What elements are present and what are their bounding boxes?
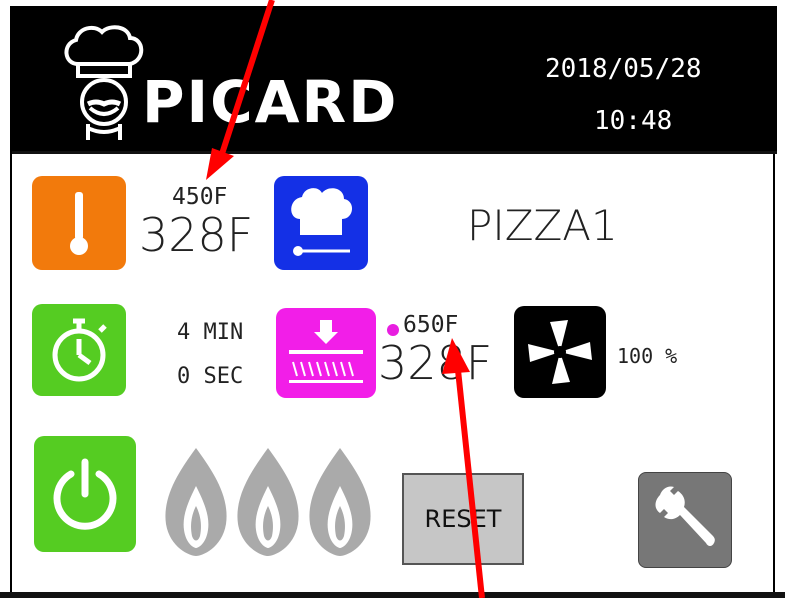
deck-heat-button[interactable] xyxy=(276,308,376,398)
time-display: 10:48 xyxy=(594,106,673,136)
timer-button[interactable] xyxy=(32,304,126,396)
temperature-current: 328F xyxy=(139,208,254,262)
flame-icon xyxy=(165,448,227,556)
stopwatch-icon xyxy=(52,318,107,382)
fan-button[interactable] xyxy=(514,306,606,398)
screen-bezel xyxy=(0,592,785,598)
temperature-button[interactable] xyxy=(32,176,126,270)
oven-control-screen: PICARD 2018/05/28 10:48 450F 328F PIZZA1 xyxy=(10,6,777,592)
fan-speed[interactable]: 100 % xyxy=(617,344,677,368)
annotation-arrow-icon xyxy=(206,0,275,180)
chef-hat-icon xyxy=(291,188,353,256)
fan-icon xyxy=(528,320,592,384)
annotation-arrow-icon xyxy=(442,338,485,598)
power-button[interactable] xyxy=(34,436,136,552)
deck-indicator-dot xyxy=(387,324,399,336)
flame-icon xyxy=(237,448,299,556)
settings-button[interactable] xyxy=(638,472,732,568)
timer-seconds[interactable]: 0 SEC xyxy=(177,364,243,389)
header-bar: PICARD 2018/05/28 10:48 xyxy=(12,6,777,154)
recipe-button[interactable] xyxy=(274,176,368,270)
power-icon xyxy=(53,458,117,530)
date-display: 2018/05/28 xyxy=(545,54,702,84)
flame-icon xyxy=(309,448,371,556)
burner-flames xyxy=(160,446,380,561)
recipe-name[interactable]: PIZZA1 xyxy=(467,201,618,250)
timer-minutes[interactable]: 4 MIN xyxy=(177,320,243,345)
deck-heat-icon xyxy=(289,320,363,383)
thermometer-icon xyxy=(70,192,88,255)
chef-logo-icon xyxy=(64,25,144,140)
wrench-icon xyxy=(655,486,715,546)
